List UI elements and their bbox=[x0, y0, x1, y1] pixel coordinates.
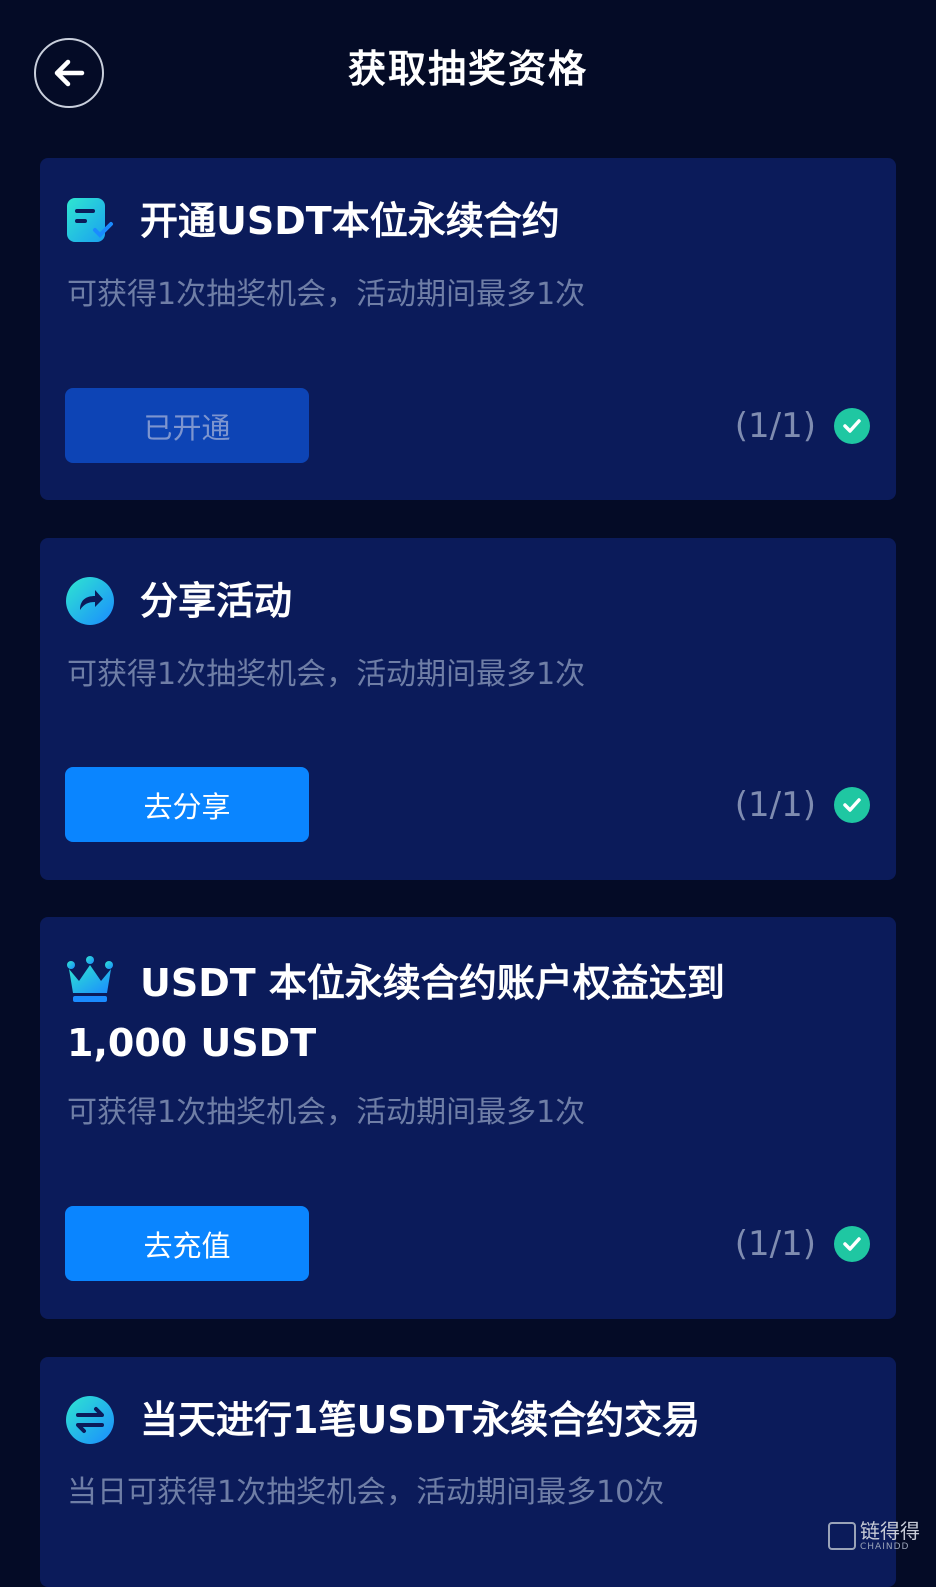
page-title: 获取抽奖资格 bbox=[347, 47, 588, 91]
task-title: 开通USDT本位永续合约 bbox=[140, 199, 560, 243]
opened-button[interactable]: 已开通 bbox=[65, 388, 309, 463]
task-progress: (1/1) bbox=[734, 406, 816, 446]
share-button[interactable]: 去分享 bbox=[65, 767, 309, 842]
task-card-daily-trade: 当天进行1笔USDT永续合约交易 当日可获得1次抽奖机会，活动期间最多10次 bbox=[40, 1357, 896, 1587]
exchange-icon bbox=[65, 1395, 115, 1445]
task-card-share: 分享活动 可获得1次抽奖机会，活动期间最多1次 去分享 (1/1) bbox=[40, 538, 896, 880]
task-title: 分享活动 bbox=[140, 579, 293, 623]
completed-check-icon bbox=[834, 787, 870, 823]
task-description: 可获得1次抽奖机会，活动期间最多1次 bbox=[67, 277, 586, 312]
deposit-button[interactable]: 去充值 bbox=[65, 1206, 309, 1281]
task-description: 可获得1次抽奖机会，活动期间最多1次 bbox=[67, 1095, 586, 1130]
share-icon bbox=[65, 576, 115, 626]
task-card-open-contract: 开通USDT本位永续合约 可获得1次抽奖机会，活动期间最多1次 已开通 (1/1… bbox=[40, 158, 896, 500]
logo-icon bbox=[828, 1522, 856, 1550]
task-progress: (1/1) bbox=[734, 1224, 816, 1264]
contract-check-icon bbox=[65, 196, 115, 246]
watermark-logo: 链得得 CHAINDD bbox=[828, 1513, 928, 1559]
completed-check-icon bbox=[834, 1226, 870, 1262]
completed-check-icon bbox=[834, 408, 870, 444]
task-title: 当天进行1笔USDT永续合约交易 bbox=[140, 1398, 701, 1442]
watermark-subtext: CHAINDD bbox=[860, 1542, 910, 1552]
task-description: 可获得1次抽奖机会，活动期间最多1次 bbox=[67, 657, 586, 692]
watermark-text: 链得得 bbox=[860, 1519, 920, 1543]
task-card-equity: USDT 本位永续合约账户权益达到 1,000 USDT 可获得1次抽奖机会，活… bbox=[40, 917, 896, 1319]
task-title: USDT 本位永续合约账户权益达到 1,000 USDT bbox=[67, 961, 725, 1065]
header: 获取抽奖资格 bbox=[0, 0, 936, 150]
task-progress: (1/1) bbox=[734, 785, 816, 825]
task-description: 当日可获得1次抽奖机会，活动期间最多10次 bbox=[67, 1475, 665, 1510]
